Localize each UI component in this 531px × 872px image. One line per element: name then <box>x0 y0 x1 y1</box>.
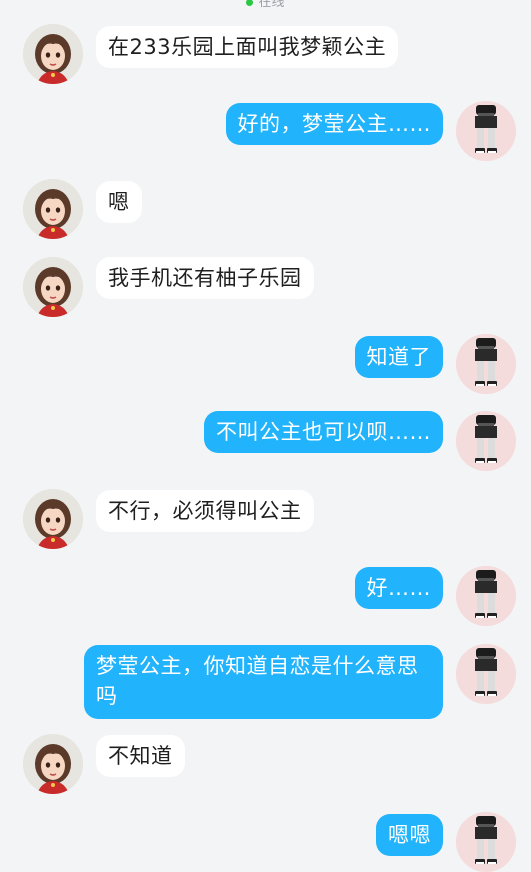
outgoing-message-bubble[interactable]: 好的，梦莹公主…… <box>225 103 443 145</box>
girl-avatar-icon <box>23 179 83 239</box>
outgoing-message-bubble[interactable]: 知道了 <box>354 336 443 378</box>
boy-avatar-icon <box>456 334 516 394</box>
message-row: 嗯 <box>0 179 531 239</box>
contact-avatar[interactable] <box>23 179 83 239</box>
girl-avatar-icon <box>23 489 83 549</box>
message-row: 我手机还有柚子乐园 <box>0 257 531 317</box>
my-avatar[interactable] <box>456 812 516 872</box>
message-row: 不行，必须得叫公主 <box>0 489 531 549</box>
my-avatar[interactable] <box>456 644 516 704</box>
outgoing-message-bubble[interactable]: 嗯嗯 <box>376 814 443 856</box>
outgoing-message-bubble[interactable]: 好…… <box>354 567 443 609</box>
outgoing-message-bubble[interactable]: 不叫公主也可以呗…… <box>204 411 443 453</box>
outgoing-message-bubble[interactable]: 梦莹公主，你知道自恋是什么意思吗 <box>84 645 443 719</box>
incoming-message-bubble[interactable]: 嗯 <box>96 181 142 223</box>
online-status-label: 在线 <box>258 0 285 10</box>
boy-avatar-icon <box>456 101 516 161</box>
boy-avatar-icon <box>456 812 516 872</box>
message-row: 在233乐园上面叫我梦颖公主 <box>0 24 531 84</box>
online-dot-icon <box>246 0 254 6</box>
boy-avatar-icon <box>456 411 516 471</box>
contact-avatar[interactable] <box>23 734 83 794</box>
girl-avatar-icon <box>23 24 83 84</box>
message-row: 好的，梦莹公主…… <box>0 101 531 161</box>
girl-avatar-icon <box>23 734 83 794</box>
girl-avatar-icon <box>23 257 83 317</box>
message-row: 知道了 <box>0 334 531 394</box>
contact-avatar[interactable] <box>23 24 83 84</box>
contact-avatar[interactable] <box>23 257 83 317</box>
message-row: 不叫公主也可以呗…… <box>0 411 531 471</box>
incoming-message-bubble[interactable]: 不行，必须得叫公主 <box>96 490 314 532</box>
boy-avatar-icon <box>456 566 516 626</box>
message-row: 不知道 <box>0 734 531 794</box>
message-row: 好…… <box>0 566 531 626</box>
online-status: 在线 <box>0 0 531 10</box>
message-row: 梦莹公主，你知道自恋是什么意思吗 <box>0 644 531 719</box>
my-avatar[interactable] <box>456 411 516 471</box>
incoming-message-bubble[interactable]: 我手机还有柚子乐园 <box>96 257 314 299</box>
incoming-message-bubble[interactable]: 在233乐园上面叫我梦颖公主 <box>96 26 399 68</box>
my-avatar[interactable] <box>456 566 516 626</box>
incoming-message-bubble[interactable]: 不知道 <box>96 735 185 777</box>
boy-avatar-icon <box>456 644 516 704</box>
my-avatar[interactable] <box>456 101 516 161</box>
contact-avatar[interactable] <box>23 489 83 549</box>
message-row: 嗯嗯 <box>0 812 531 872</box>
my-avatar[interactable] <box>456 334 516 394</box>
